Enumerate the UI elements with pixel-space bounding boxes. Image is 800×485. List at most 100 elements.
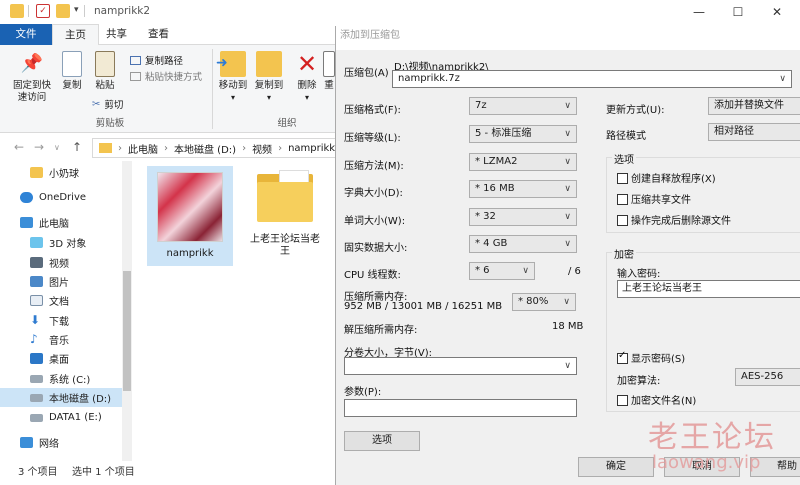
solid-select[interactable]: * 4 GB ∨ xyxy=(469,235,577,253)
chevron-down-icon: ∨ xyxy=(564,239,571,249)
params-label: 参数(P): xyxy=(344,387,382,398)
copy-to-button[interactable]: 复制到 ▾ xyxy=(252,51,286,104)
encryption-method-select[interactable]: AES-256 xyxy=(735,368,800,386)
copy-button[interactable]: 复制 xyxy=(56,51,88,92)
tab-home[interactable]: 主页 xyxy=(52,24,99,45)
checkbox[interactable] xyxy=(617,214,628,226)
chevron-down-icon: ∨ xyxy=(779,74,786,84)
sidebar-item-label: OneDrive xyxy=(39,192,87,203)
sidebar-item[interactable]: ⬇ 下载 xyxy=(0,311,122,330)
decompress-memory-label: 解压缩所需内存: xyxy=(344,325,418,336)
rename-button[interactable]: 重 xyxy=(322,51,336,92)
back-arrow-icon[interactable]: ← xyxy=(14,140,24,154)
paste-shortcut-button[interactable]: 粘贴快捷方式 xyxy=(130,69,202,83)
download-icon: ⬇ xyxy=(30,313,41,327)
breadcrumb-item[interactable]: namprikk xyxy=(288,143,335,154)
sidebar-item[interactable]: 桌面 xyxy=(0,349,122,368)
move-to-button[interactable]: ➜ 移动到 ▾ xyxy=(216,51,250,104)
sidebar-item-label: 文档 xyxy=(49,297,69,308)
shared-label: 压缩共享文件 xyxy=(631,195,691,206)
new-folder-icon[interactable] xyxy=(56,4,70,18)
picture-icon xyxy=(30,276,43,287)
group-separator xyxy=(212,49,213,129)
move-to-label: 移动到 xyxy=(218,80,248,91)
pin-quick-access-button[interactable]: 📌 固定到快 速访问 xyxy=(6,51,58,104)
network-icon xyxy=(20,437,33,448)
checkbox[interactable] xyxy=(617,172,628,184)
properties-icon[interactable]: ✓ xyxy=(36,4,50,18)
chevron-down-icon[interactable]: ∨ xyxy=(54,143,60,152)
close-button[interactable]: ✕ xyxy=(758,0,796,24)
maximize-button[interactable]: ☐ xyxy=(719,0,757,24)
rename-icon xyxy=(323,51,335,77)
sidebar-item[interactable]: 此电脑 xyxy=(0,213,122,232)
sidebar-item[interactable]: 图片 xyxy=(0,272,122,291)
file-item[interactable]: 上老王论坛当老 王 xyxy=(242,166,328,258)
sidebar-item[interactable]: ♪ 音乐 xyxy=(0,330,122,349)
sidebar-item[interactable]: 3D 对象 xyxy=(0,233,122,252)
password-input[interactable]: 上老王论坛当老王 xyxy=(617,280,800,298)
sidebar-item[interactable]: 系统 (C:) xyxy=(0,369,122,388)
sidebar-item[interactable]: 本地磁盘 (D:) xyxy=(0,388,122,407)
ok-button[interactable]: 确定 xyxy=(578,457,654,477)
options-button[interactable]: 选项 xyxy=(344,431,420,451)
sidebar-item[interactable]: 网络 xyxy=(0,433,122,452)
scrollbar-thumb[interactable] xyxy=(123,271,131,391)
encrypt-names-checkbox[interactable]: 加密文件名(N) xyxy=(617,392,696,407)
path-mode-select[interactable]: 相对路径 xyxy=(708,123,800,141)
params-input[interactable] xyxy=(344,399,577,417)
copy-label: 复制 xyxy=(62,80,82,91)
forward-arrow-icon[interactable]: → xyxy=(34,140,44,154)
level-select[interactable]: 5 - 标准压缩 ∨ xyxy=(469,125,577,143)
delete-after-label: 操作完成后删除源文件 xyxy=(631,216,731,227)
cut-label: 剪切 xyxy=(104,100,124,111)
paste-button[interactable]: 粘贴 xyxy=(90,51,120,92)
checkbox[interactable] xyxy=(617,350,628,364)
memory-percent-value: * 80% xyxy=(518,296,549,307)
sidebar-item[interactable]: 文档 xyxy=(0,291,122,310)
chevron-down-icon[interactable]: ▾ xyxy=(74,5,79,15)
update-select[interactable]: 添加并替换文件 xyxy=(708,97,800,115)
breadcrumb-item[interactable]: 本地磁盘 (D:) xyxy=(174,141,236,156)
item-count: 3 个项目 xyxy=(18,467,58,478)
delete-after-checkbox[interactable]: 操作完成后删除源文件 xyxy=(617,212,731,227)
breadcrumb-item[interactable]: 此电脑 xyxy=(128,141,158,156)
tab-share[interactable]: 共享 xyxy=(94,24,139,45)
delete-button[interactable]: ✕ 删除 ▾ xyxy=(294,51,320,104)
sidebar-item[interactable]: OneDrive xyxy=(0,188,122,207)
sfx-checkbox[interactable]: 创建自释放程序(X) xyxy=(617,170,716,185)
format-select[interactable]: 7z ∨ xyxy=(469,97,577,115)
word-select[interactable]: * 32 ∨ xyxy=(469,208,577,226)
method-select[interactable]: * LZMA2 ∨ xyxy=(469,153,577,171)
sidebar-item[interactable]: 视频 xyxy=(0,253,122,272)
sidebar-item[interactable]: DATA1 (E:) xyxy=(0,408,122,427)
volume-combo[interactable]: ∨ xyxy=(344,357,577,375)
copy-to-label: 复制到 xyxy=(254,80,284,91)
copy-path-icon xyxy=(130,55,141,65)
tab-file[interactable]: 文件 xyxy=(0,24,52,45)
sidebar-item-label: 图片 xyxy=(49,278,69,289)
cpu-max: / 6 xyxy=(568,266,581,277)
checkbox[interactable] xyxy=(617,193,628,205)
cut-button[interactable]: ✂ 剪切 xyxy=(92,97,124,112)
format-label: 压缩格式(F): xyxy=(344,105,401,116)
checkbox[interactable] xyxy=(617,394,628,406)
archive-name-combo[interactable]: namprikk.7z ∨ xyxy=(392,70,792,88)
dict-select[interactable]: * 16 MB ∨ xyxy=(469,180,577,198)
minimize-button[interactable]: — xyxy=(680,0,718,24)
up-arrow-icon[interactable]: ↑ xyxy=(72,140,82,154)
folder-icon xyxy=(99,143,112,153)
memory-percent-select[interactable]: * 80% ∨ xyxy=(512,293,576,311)
file-item-selected[interactable]: namprikk xyxy=(147,166,233,266)
sidebar-item[interactable]: 小奶球 xyxy=(0,163,122,182)
copy-path-button[interactable]: 复制路径 xyxy=(130,53,183,67)
sidebar-item-label: 小奶球 xyxy=(49,169,79,180)
tab-view[interactable]: 查看 xyxy=(136,24,181,45)
shared-checkbox[interactable]: 压缩共享文件 xyxy=(617,191,691,206)
show-password-checkbox[interactable]: 显示密码(S) xyxy=(617,350,685,365)
address-bar[interactable]: › 此电脑 › 本地磁盘 (D:) › 视频 › namprikk xyxy=(92,138,337,158)
cpu-select[interactable]: * 6 ∨ xyxy=(469,262,535,280)
word-value: * 32 xyxy=(475,211,496,222)
scrollbar[interactable] xyxy=(122,161,132,461)
breadcrumb-item[interactable]: 视频 xyxy=(252,141,272,156)
